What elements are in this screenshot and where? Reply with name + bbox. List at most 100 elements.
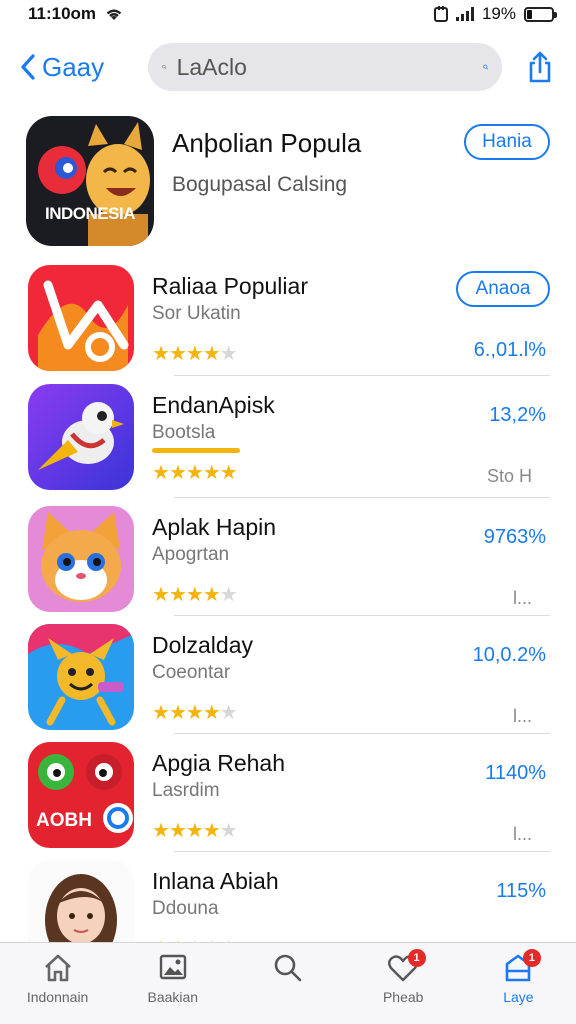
app-stat-value: 13,2% (489, 404, 546, 426)
search-submit-icon[interactable] (482, 54, 488, 80)
search-icon (162, 64, 167, 70)
star-icon: ★ (185, 702, 204, 724)
get-button[interactable]: Anaoa (456, 271, 550, 307)
app-list-item[interactable]: AOBH Apgia Rehah Lasrdim ★★★★★ 1140% l... (28, 742, 550, 854)
chevron-left-icon (21, 54, 35, 80)
app-list-item[interactable]: EndanApisk Bootsla ★★★★★ 13,2% Sto H (28, 384, 550, 496)
tab-bar: Indonnain Baakian 1 Pheab 1 Laye (0, 942, 576, 1024)
notification-badge: 1 (522, 949, 541, 967)
app-title: Raliaa Populiar (152, 273, 308, 299)
featured-app-subtitle: Bogupasal Calsing (172, 173, 348, 196)
app-title: Apgia Rehah (152, 750, 285, 776)
share-button[interactable] (524, 49, 556, 85)
tab-label: Laye (503, 989, 534, 1005)
tab-label: Baakian (147, 989, 199, 1005)
tab-search[interactable] (230, 943, 345, 1024)
star-icon: ★ (219, 820, 238, 842)
gallery-icon (159, 954, 186, 980)
app-stat-value: 1140% (485, 762, 546, 784)
app-stat-value: 9763% (483, 526, 546, 548)
list-divider (174, 851, 550, 852)
star-icon: ★ (185, 462, 204, 484)
app-icon (28, 624, 134, 730)
app-subtitle: Apogrtan (152, 544, 230, 565)
featured-icon-text: INDONESIA (45, 204, 135, 223)
cellular-signal-icon (455, 7, 474, 21)
app-subtitle: Sor Ukatin (152, 303, 241, 324)
progress-bar (152, 448, 240, 453)
app-icon (28, 384, 134, 490)
app-subtitle: Coeontar (152, 662, 231, 683)
app-icon: AOBH (28, 742, 134, 848)
app-stat-value: 10,0.2% (472, 644, 546, 666)
star-icon: ★ (152, 584, 170, 606)
app-list-item[interactable]: Raliaa Populiar Sor Ukatin ★★★★★ Anaoa 6.,01… (28, 265, 550, 377)
app-title: EndanApisk (152, 392, 275, 418)
back-button[interactable]: Gaay (20, 52, 130, 83)
star-icon: ★ (219, 343, 238, 365)
list-divider (174, 375, 550, 376)
featured-get-button[interactable]: Hania (464, 124, 550, 160)
tab-label: Indonnain (26, 989, 89, 1005)
star-icon: ★ (185, 820, 204, 842)
app-icon (28, 265, 134, 371)
back-button-label: Gaay (42, 51, 105, 82)
app-list-item[interactable]: Aplak Hapin Apogrtan ★★★★★ 9763% l... (28, 506, 550, 618)
app-title: Dolzalday (152, 632, 253, 658)
star-icon: ★ (168, 584, 187, 606)
app-title: Inlana Abiah (152, 868, 279, 894)
star-rating: ★★★★★ (152, 341, 238, 366)
tab-games[interactable]: Baakian (115, 943, 230, 1024)
app-meta: l... (512, 706, 532, 726)
tab-label: Pheab (382, 989, 424, 1005)
wifi-icon (106, 9, 122, 20)
search-field[interactable] (148, 43, 502, 91)
battery-percentage: 19% (481, 4, 516, 23)
star-icon: ★ (168, 820, 187, 842)
app-meta: Sto H (486, 466, 532, 486)
star-icon: ★ (219, 702, 238, 724)
star-rating: ★★★★★ (152, 582, 238, 607)
star-icon: ★ (202, 702, 221, 724)
app-meta: l... (512, 588, 532, 608)
tab-today[interactable]: Indonnain (0, 943, 115, 1024)
app-subtitle: Lasrdim (152, 780, 220, 801)
star-icon: ★ (168, 343, 187, 365)
star-icon: ★ (219, 584, 238, 606)
app-list-item[interactable]: Dolzalday Coeontar ★★★★★ 10,0.2% l... (28, 624, 550, 736)
star-rating: ★★★★★ (152, 818, 238, 843)
status-time: 11:10om (28, 4, 97, 23)
star-icon: ★ (202, 820, 221, 842)
list-divider (174, 733, 550, 734)
star-icon: ★ (152, 462, 170, 484)
tab-favorites[interactable]: 1 Pheab (346, 943, 461, 1024)
app-title: Aplak Hapin (152, 514, 277, 540)
list-divider (174, 615, 550, 616)
search-input[interactable] (176, 53, 473, 81)
app-stat-value: 115% (496, 880, 546, 902)
star-icon: ★ (185, 584, 204, 606)
share-icon (529, 51, 551, 83)
tab-updates[interactable]: 1 Laye (461, 943, 576, 1024)
app-icon (28, 506, 134, 612)
house-icon (44, 954, 71, 982)
star-icon: ★ (168, 462, 187, 484)
star-icon: ★ (185, 343, 204, 365)
app-subtitle: Ddouna (152, 898, 219, 919)
star-icon: ★ (219, 462, 238, 484)
cat-mascot-icon (38, 122, 150, 246)
app-stat-value: 6.,01.l% (473, 339, 546, 361)
star-rating: ★★★★★ (152, 460, 238, 485)
app-meta: l... (512, 824, 532, 844)
star-icon: ★ (152, 820, 170, 842)
list-divider (174, 497, 550, 498)
svg-text:AOBH: AOBH (36, 810, 92, 831)
star-icon: ★ (152, 343, 170, 365)
search-icon (274, 954, 302, 982)
calendar-icon (433, 6, 448, 22)
star-icon: ★ (202, 584, 221, 606)
status-bar: 11:10om 19% (0, 0, 576, 28)
app-subtitle: Bootsla (152, 422, 216, 443)
star-icon: ★ (202, 343, 221, 365)
featured-app-icon: INDONESIA (26, 116, 154, 246)
